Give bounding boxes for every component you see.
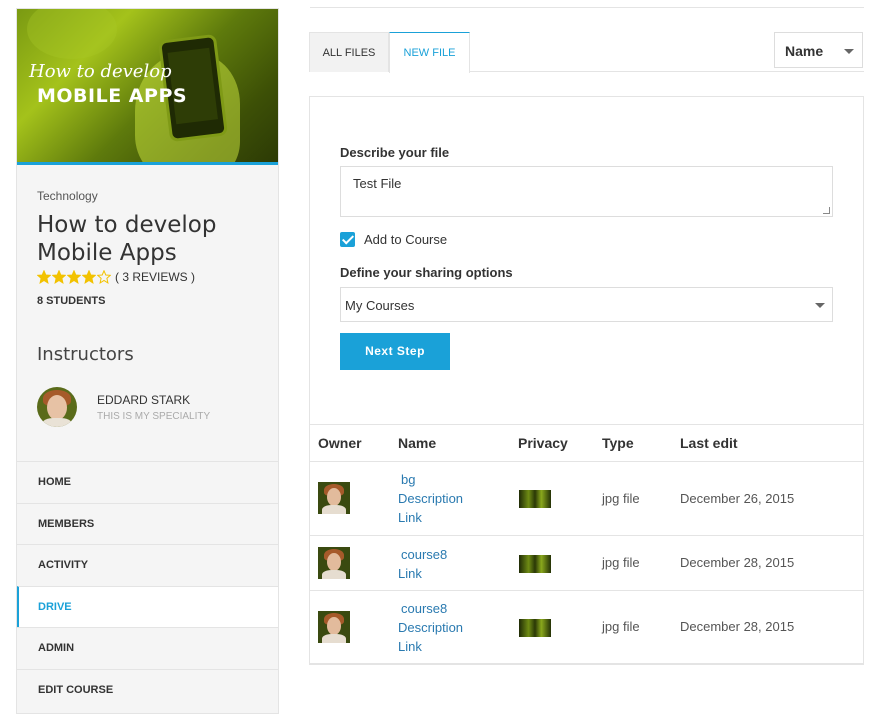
table-row: bg Description Link jpg file December 26… xyxy=(310,462,863,536)
course-cover-image[interactable]: How to develop MOBILE APPS xyxy=(17,9,278,165)
table-row: course8 Description Link jpg file Decemb… xyxy=(310,591,863,664)
file-link[interactable]: Link xyxy=(398,564,447,583)
cover-title-line1: How to develop xyxy=(29,61,172,82)
nav-item-admin[interactable]: ADMIN xyxy=(17,627,278,669)
file-description-link[interactable]: Description xyxy=(398,489,463,508)
cover-title-line2: MOBILE APPS xyxy=(37,85,188,107)
drive-tabs: ALL FILES NEW FILE Name xyxy=(309,32,864,73)
file-type: jpg file xyxy=(602,491,640,506)
header-last-edit: Last edit xyxy=(680,435,738,451)
instructor-card[interactable]: EDDARD STARK THIS IS MY SPECIALITY xyxy=(37,387,258,427)
file-name-link[interactable]: bg xyxy=(398,470,463,489)
new-file-form: Describe your file Test File Add to Cour… xyxy=(340,145,834,370)
star-filled-icon xyxy=(52,270,66,284)
add-to-course-row[interactable]: Add to Course xyxy=(340,232,834,247)
nav-item-edit-course[interactable]: EDIT COURSE xyxy=(17,668,278,711)
file-last-edit: December 28, 2015 xyxy=(680,555,795,570)
nav-item-drive[interactable]: DRIVE xyxy=(17,585,278,627)
file-table: Owner Name Privacy Type Last edit bg Des… xyxy=(310,424,863,664)
sharing-select[interactable]: My Courses xyxy=(340,287,833,322)
nav-item-members[interactable]: MEMBERS xyxy=(17,502,278,545)
file-name-link[interactable]: course8 xyxy=(398,599,463,618)
file-link[interactable]: Link xyxy=(398,637,463,656)
instructor-avatar[interactable] xyxy=(37,387,77,427)
course-nav: HOME MEMBERS ACTIVITY DRIVE ADMIN EDIT C… xyxy=(17,461,278,710)
owner-avatar[interactable] xyxy=(318,547,350,579)
course-info: Technology How to develop Mobile Apps ( … xyxy=(17,165,278,427)
tab-new-file[interactable]: NEW FILE xyxy=(389,32,470,73)
header-type: Type xyxy=(602,435,634,451)
file-name-cell: course8 Description Link xyxy=(398,599,463,656)
add-to-course-checkbox[interactable] xyxy=(340,232,355,247)
chevron-down-icon xyxy=(844,49,854,54)
instructor-speciality: THIS IS MY SPECIALITY xyxy=(97,410,211,422)
header-owner: Owner xyxy=(318,435,362,451)
file-description-link[interactable]: Description xyxy=(398,618,463,637)
chevron-down-icon xyxy=(815,303,825,308)
course-rating: ( 3 REVIEWS ) xyxy=(37,268,258,286)
tab-all-files[interactable]: ALL FILES xyxy=(309,32,389,72)
star-empty-icon xyxy=(97,270,111,284)
next-step-button[interactable]: Next Step xyxy=(340,333,450,370)
header-privacy: Privacy xyxy=(518,435,568,451)
owner-avatar[interactable] xyxy=(318,611,350,643)
add-to-course-label[interactable]: Add to Course xyxy=(364,232,447,247)
sort-select-value: Name xyxy=(785,43,824,59)
students-count: 8 STUDENTS xyxy=(37,295,106,307)
privacy-thumbnail xyxy=(519,555,551,573)
instructors-heading: Instructors xyxy=(37,344,134,365)
file-type: jpg file xyxy=(602,619,640,634)
rating-stars xyxy=(37,270,112,284)
header-name: Name xyxy=(398,435,437,451)
owner-avatar[interactable] xyxy=(318,482,350,514)
sharing-label: Define your sharing options xyxy=(340,265,513,280)
table-row: course8 Link jpg file December 28, 2015 xyxy=(310,536,863,591)
describe-label: Describe your file xyxy=(340,145,450,160)
describe-value: Test File xyxy=(353,176,402,191)
file-last-edit: December 26, 2015 xyxy=(680,491,795,506)
resize-handle-icon[interactable] xyxy=(823,207,830,214)
file-name-link[interactable]: course8 xyxy=(398,545,447,564)
reviews-count[interactable]: ( 3 REVIEWS ) xyxy=(115,270,195,284)
privacy-thumbnail xyxy=(519,490,551,508)
star-filled-icon xyxy=(82,270,96,284)
sharing-select-value: My Courses xyxy=(345,298,415,313)
file-name-cell: course8 Link xyxy=(398,545,447,583)
sort-select[interactable]: Name xyxy=(774,32,863,68)
star-filled-icon xyxy=(37,270,51,284)
instructor-name[interactable]: EDDARD STARK xyxy=(97,393,210,407)
file-last-edit: December 28, 2015 xyxy=(680,619,795,634)
file-type: jpg file xyxy=(602,555,640,570)
top-divider xyxy=(310,7,864,8)
course-sidebar: How to develop MOBILE APPS Technology Ho… xyxy=(16,8,279,714)
course-category[interactable]: Technology xyxy=(37,189,258,203)
nav-item-home[interactable]: HOME xyxy=(17,461,278,503)
describe-textarea[interactable]: Test File xyxy=(340,166,833,217)
course-title: How to develop Mobile Apps xyxy=(37,212,217,266)
file-name-cell: bg Description Link xyxy=(398,470,463,527)
star-filled-icon xyxy=(67,270,81,284)
nav-item-activity[interactable]: ACTIVITY xyxy=(17,544,278,586)
table-header: Owner Name Privacy Type Last edit xyxy=(310,425,863,462)
new-file-panel: Describe your file Test File Add to Cour… xyxy=(309,96,864,665)
cover-decoration xyxy=(27,9,117,59)
privacy-thumbnail xyxy=(519,619,551,637)
file-link[interactable]: Link xyxy=(398,508,463,527)
